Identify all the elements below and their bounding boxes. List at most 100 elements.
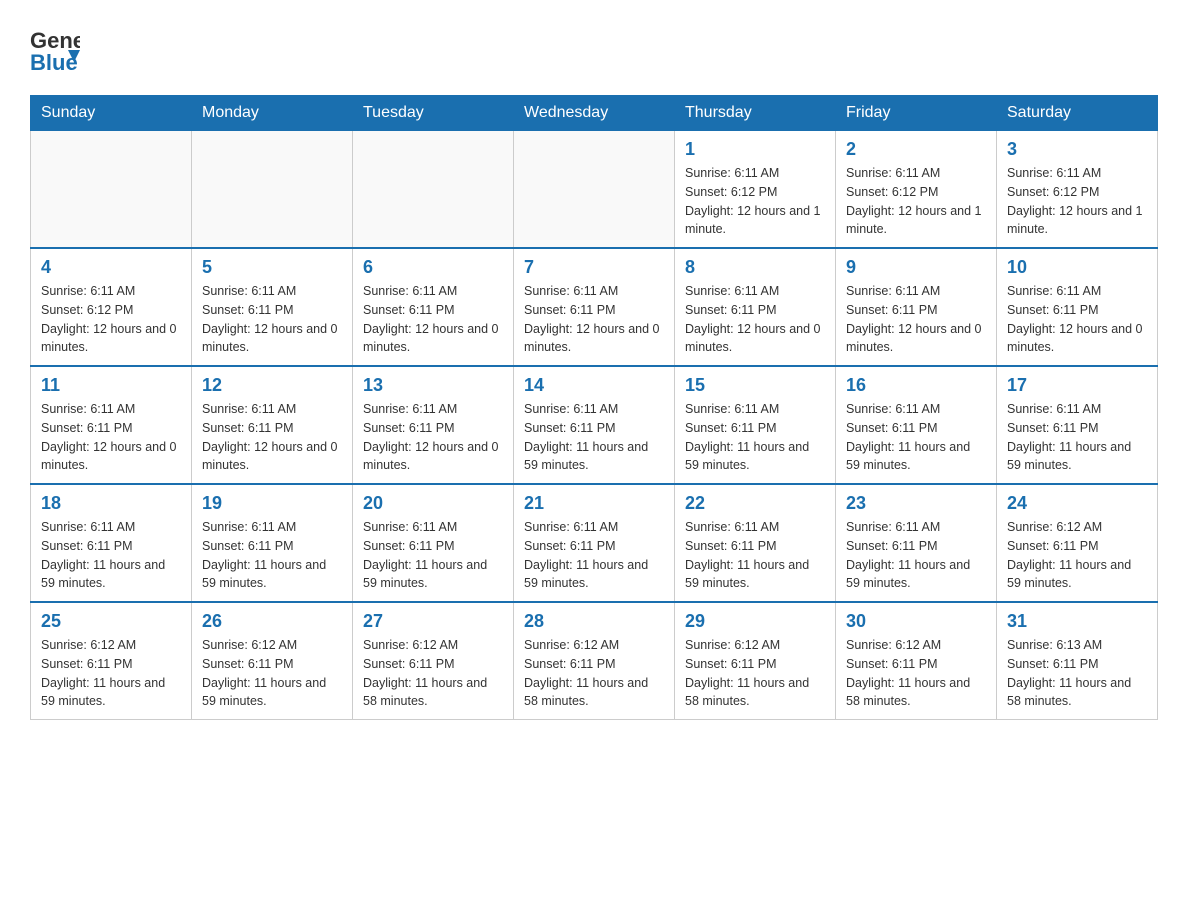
- day-number: 16: [846, 375, 986, 396]
- calendar-cell: 15 Sunrise: 6:11 AMSunset: 6:11 PMDayligh…: [675, 366, 836, 484]
- day-info: Sunrise: 6:12 AMSunset: 6:11 PMDaylight:…: [202, 636, 342, 711]
- day-info: Sunrise: 6:12 AMSunset: 6:11 PMDaylight:…: [524, 636, 664, 711]
- day-number: 27: [363, 611, 503, 632]
- logo: General Blue: [30, 20, 80, 75]
- weekday-header-thursday: Thursday: [675, 96, 836, 131]
- day-info: Sunrise: 6:11 AMSunset: 6:12 PMDaylight:…: [846, 164, 986, 239]
- weekday-header-wednesday: Wednesday: [514, 96, 675, 131]
- day-number: 15: [685, 375, 825, 396]
- day-info: Sunrise: 6:11 AMSunset: 6:12 PMDaylight:…: [41, 282, 181, 357]
- day-info: Sunrise: 6:12 AMSunset: 6:11 PMDaylight:…: [685, 636, 825, 711]
- day-info: Sunrise: 6:11 AMSunset: 6:11 PMDaylight:…: [685, 282, 825, 357]
- calendar-cell: 28 Sunrise: 6:12 AMSunset: 6:11 PMDayligh…: [514, 602, 675, 720]
- calendar-cell: 12 Sunrise: 6:11 AMSunset: 6:11 PMDayligh…: [192, 366, 353, 484]
- calendar-cell: 7Sunrise: 6:11 AMSunset: 6:11 PMDaylight…: [514, 248, 675, 366]
- day-info: Sunrise: 6:11 AMSunset: 6:11 PMDaylight:…: [685, 400, 825, 475]
- day-number: 1: [685, 139, 825, 160]
- calendar-cell: 25Sunrise: 6:12 AMSunset: 6:11 PMDayligh…: [31, 602, 192, 720]
- day-number: 5: [202, 257, 342, 278]
- day-info: Sunrise: 6:11 AMSunset: 6:11 PMDaylight:…: [363, 282, 503, 357]
- calendar-cell: 23 Sunrise: 6:11 AMSunset: 6:11 PMDayligh…: [836, 484, 997, 602]
- day-number: 9: [846, 257, 986, 278]
- day-info: Sunrise: 6:11 AMSunset: 6:12 PMDaylight:…: [685, 164, 825, 239]
- day-number: 31: [1007, 611, 1147, 632]
- calendar-cell: 10Sunrise: 6:11 AMSunset: 6:11 PMDayligh…: [997, 248, 1158, 366]
- day-number: 19: [202, 493, 342, 514]
- day-info: Sunrise: 6:12 AMSunset: 6:11 PMDaylight:…: [1007, 518, 1147, 593]
- calendar-cell: 8 Sunrise: 6:11 AMSunset: 6:11 PMDaylight…: [675, 248, 836, 366]
- calendar-cell: 9 Sunrise: 6:11 AMSunset: 6:11 PMDaylight…: [836, 248, 997, 366]
- day-info: Sunrise: 6:11 AMSunset: 6:11 PMDaylight:…: [202, 518, 342, 593]
- weekday-header-sunday: Sunday: [31, 96, 192, 131]
- day-info: Sunrise: 6:11 AMSunset: 6:11 PMDaylight:…: [363, 518, 503, 593]
- weekday-header-tuesday: Tuesday: [353, 96, 514, 131]
- calendar-week-row: 18 Sunrise: 6:11 AMSunset: 6:11 PMDayligh…: [31, 484, 1158, 602]
- day-number: 17: [1007, 375, 1147, 396]
- calendar-cell: 30Sunrise: 6:12 AMSunset: 6:11 PMDayligh…: [836, 602, 997, 720]
- day-number: 20: [363, 493, 503, 514]
- calendar-cell: 22 Sunrise: 6:11 AMSunset: 6:11 PMDayligh…: [675, 484, 836, 602]
- day-number: 28: [524, 611, 664, 632]
- day-info: Sunrise: 6:11 AMSunset: 6:11 PMDaylight:…: [846, 282, 986, 357]
- day-number: 23: [846, 493, 986, 514]
- weekday-header-saturday: Saturday: [997, 96, 1158, 131]
- day-number: 13: [363, 375, 503, 396]
- calendar-week-row: 4 Sunrise: 6:11 AMSunset: 6:12 PMDaylight…: [31, 248, 1158, 366]
- calendar-cell: 20 Sunrise: 6:11 AMSunset: 6:11 PMDayligh…: [353, 484, 514, 602]
- day-info: Sunrise: 6:11 AMSunset: 6:11 PMDaylight:…: [363, 400, 503, 475]
- calendar-cell: 17 Sunrise: 6:11 AMSunset: 6:11 PMDayligh…: [997, 366, 1158, 484]
- calendar-cell: [31, 131, 192, 249]
- day-number: 7: [524, 257, 664, 278]
- calendar-cell: 16 Sunrise: 6:11 AMSunset: 6:11 PMDayligh…: [836, 366, 997, 484]
- weekday-header-monday: Monday: [192, 96, 353, 131]
- day-number: 30: [846, 611, 986, 632]
- calendar-cell: 18Sunrise: 6:11 AMSunset: 6:11 PMDayligh…: [31, 484, 192, 602]
- weekday-header-row: SundayMondayTuesdayWednesdayThursdayFrid…: [31, 96, 1158, 131]
- day-number: 26: [202, 611, 342, 632]
- calendar-week-row: 11 Sunrise: 6:11 AMSunset: 6:11 PMDayligh…: [31, 366, 1158, 484]
- day-number: 21: [524, 493, 664, 514]
- day-number: 11: [41, 375, 181, 396]
- calendar-cell: 2Sunrise: 6:11 AMSunset: 6:12 PMDaylight…: [836, 131, 997, 249]
- calendar-table: SundayMondayTuesdayWednesdayThursdayFrid…: [30, 95, 1158, 720]
- calendar-cell: 14 Sunrise: 6:11 AMSunset: 6:11 PMDayligh…: [514, 366, 675, 484]
- calendar-cell: 27 Sunrise: 6:12 AMSunset: 6:11 PMDayligh…: [353, 602, 514, 720]
- day-info: Sunrise: 6:11 AMSunset: 6:11 PMDaylight:…: [202, 282, 342, 357]
- day-number: 12: [202, 375, 342, 396]
- day-number: 6: [363, 257, 503, 278]
- calendar-cell: 11 Sunrise: 6:11 AMSunset: 6:11 PMDayligh…: [31, 366, 192, 484]
- day-info: Sunrise: 6:11 AMSunset: 6:11 PMDaylight:…: [524, 518, 664, 593]
- calendar-cell: 29 Sunrise: 6:12 AMSunset: 6:11 PMDayligh…: [675, 602, 836, 720]
- calendar-cell: [353, 131, 514, 249]
- calendar-cell: 31 Sunrise: 6:13 AMSunset: 6:11 PMDayligh…: [997, 602, 1158, 720]
- day-number: 14: [524, 375, 664, 396]
- day-info: Sunrise: 6:11 AMSunset: 6:11 PMDaylight:…: [1007, 282, 1147, 357]
- day-info: Sunrise: 6:11 AMSunset: 6:11 PMDaylight:…: [524, 400, 664, 475]
- day-info: Sunrise: 6:11 AMSunset: 6:12 PMDaylight:…: [1007, 164, 1147, 239]
- day-info: Sunrise: 6:11 AMSunset: 6:11 PMDaylight:…: [846, 518, 986, 593]
- calendar-cell: 1 Sunrise: 6:11 AMSunset: 6:12 PMDaylight…: [675, 131, 836, 249]
- calendar-cell: 6 Sunrise: 6:11 AMSunset: 6:11 PMDaylight…: [353, 248, 514, 366]
- day-info: Sunrise: 6:11 AMSunset: 6:11 PMDaylight:…: [41, 400, 181, 475]
- calendar-cell: 24 Sunrise: 6:12 AMSunset: 6:11 PMDayligh…: [997, 484, 1158, 602]
- calendar-cell: [192, 131, 353, 249]
- day-number: 4: [41, 257, 181, 278]
- calendar-cell: 13 Sunrise: 6:11 AMSunset: 6:11 PMDayligh…: [353, 366, 514, 484]
- calendar-week-row: 25Sunrise: 6:12 AMSunset: 6:11 PMDayligh…: [31, 602, 1158, 720]
- day-number: 24: [1007, 493, 1147, 514]
- day-info: Sunrise: 6:12 AMSunset: 6:11 PMDaylight:…: [363, 636, 503, 711]
- day-info: Sunrise: 6:11 AMSunset: 6:11 PMDaylight:…: [685, 518, 825, 593]
- day-number: 22: [685, 493, 825, 514]
- calendar-cell: [514, 131, 675, 249]
- day-number: 8: [685, 257, 825, 278]
- day-info: Sunrise: 6:11 AMSunset: 6:11 PMDaylight:…: [846, 400, 986, 475]
- page-header: General Blue: [30, 20, 1158, 75]
- calendar-cell: 5 Sunrise: 6:11 AMSunset: 6:11 PMDaylight…: [192, 248, 353, 366]
- day-info: Sunrise: 6:11 AMSunset: 6:11 PMDaylight:…: [202, 400, 342, 475]
- day-info: Sunrise: 6:13 AMSunset: 6:11 PMDaylight:…: [1007, 636, 1147, 711]
- day-number: 18: [41, 493, 181, 514]
- calendar-cell: 19 Sunrise: 6:11 AMSunset: 6:11 PMDayligh…: [192, 484, 353, 602]
- calendar-cell: 4 Sunrise: 6:11 AMSunset: 6:12 PMDaylight…: [31, 248, 192, 366]
- day-number: 29: [685, 611, 825, 632]
- day-info: Sunrise: 6:11 AMSunset: 6:11 PMDaylight:…: [1007, 400, 1147, 475]
